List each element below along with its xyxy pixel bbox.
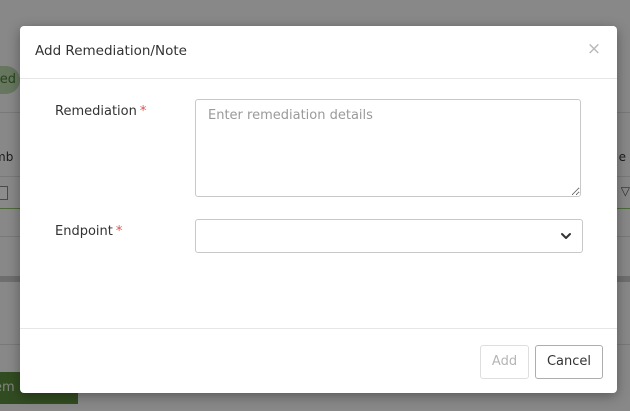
add-button[interactable]: Add (480, 345, 529, 379)
required-marker: * (139, 104, 147, 119)
cancel-button[interactable]: Cancel (535, 345, 603, 379)
modal-footer-divider (20, 328, 617, 329)
remediation-label: Remediation * (55, 104, 146, 119)
close-icon[interactable]: × (585, 40, 603, 58)
endpoint-label-text: Endpoint (55, 224, 113, 239)
remediation-input[interactable] (195, 99, 581, 197)
endpoint-select[interactable] (195, 219, 583, 253)
add-remediation-modal: Add Remediation/Note × Remediation* Endp… (20, 26, 617, 393)
chevron-down-icon (561, 233, 571, 239)
endpoint-label: Endpoint * (55, 224, 122, 239)
modal-title: Add Remediation/Note (35, 43, 187, 59)
remediation-label-text: Remediation (55, 104, 137, 119)
modal-header: Add Remediation/Note × (20, 26, 617, 79)
required-marker: * (115, 224, 123, 239)
